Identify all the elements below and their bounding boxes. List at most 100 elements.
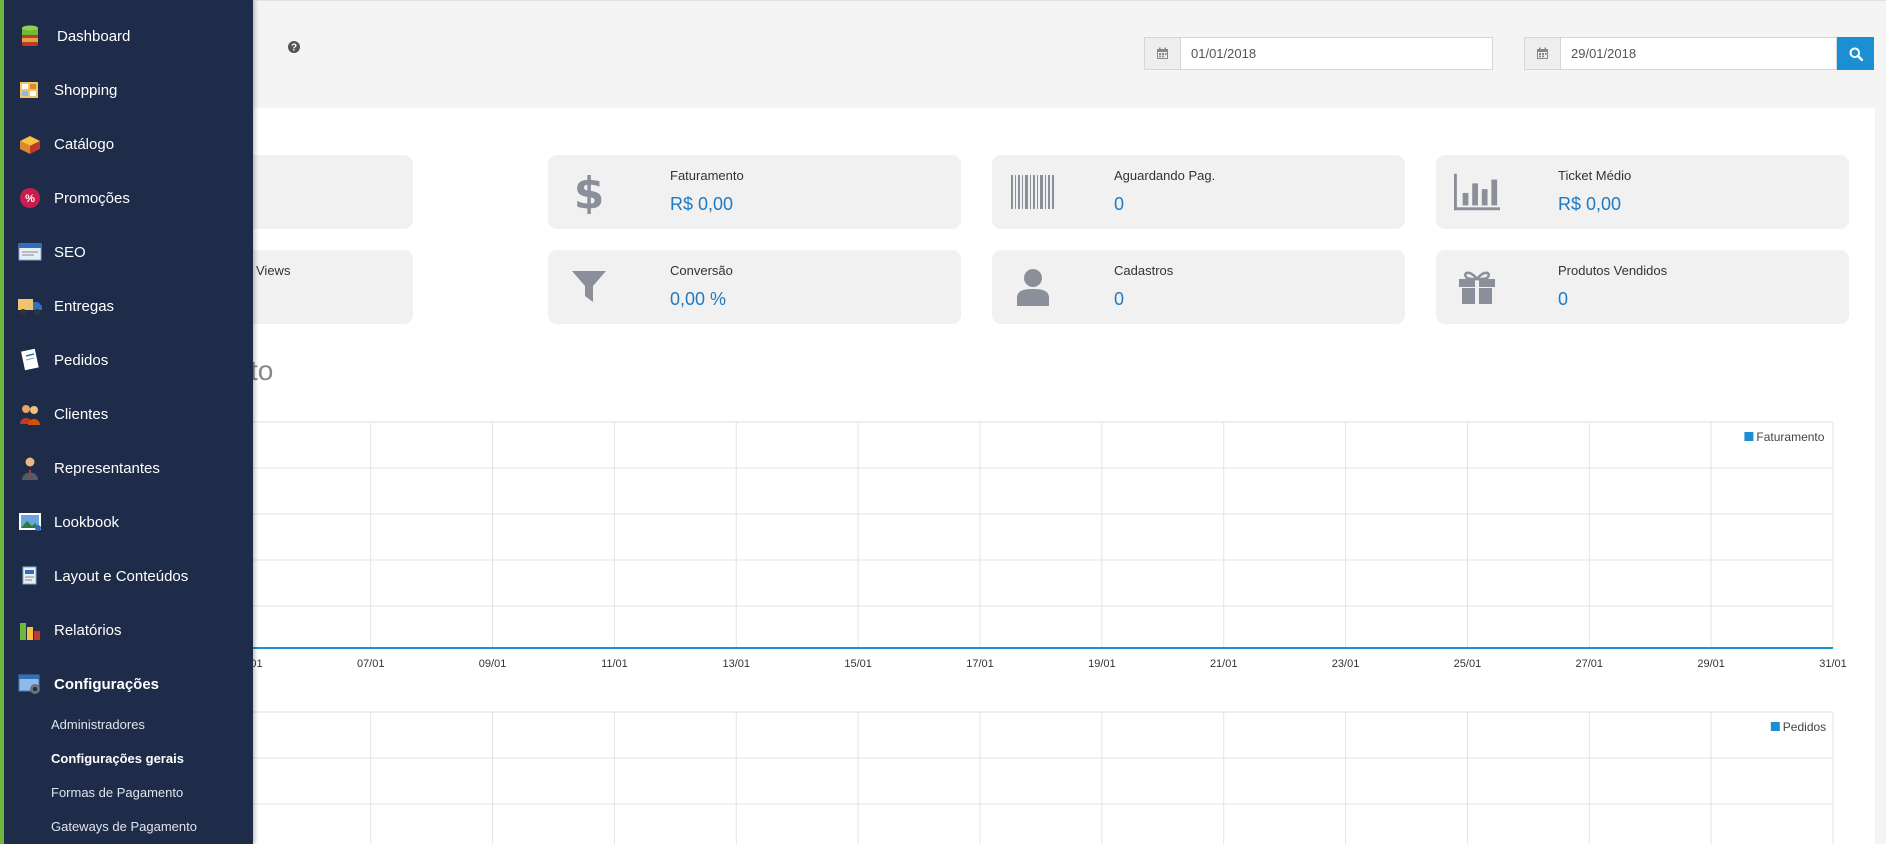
sidebar-item-catalogo[interactable]: Catálogo bbox=[4, 117, 253, 171]
x-tick-label: 25/01 bbox=[1454, 658, 1482, 670]
x-tick-label: 17/01 bbox=[966, 658, 994, 670]
sidebar-item-representantes[interactable]: Representantes bbox=[4, 441, 253, 495]
sidebar-item-lookbook[interactable]: Lookbook bbox=[4, 495, 253, 549]
submenu-item-administradores[interactable]: Administradores bbox=[51, 717, 145, 732]
x-tick-label: 07/01 bbox=[357, 658, 385, 670]
submenu-item-gateways-de-pagamento[interactable]: Gateways de Pagamento bbox=[51, 819, 197, 834]
x-tick-label: 13/01 bbox=[723, 658, 751, 670]
x-tick-label: 29/01 bbox=[1697, 658, 1725, 670]
legend-swatch bbox=[1744, 432, 1754, 441]
sidebar-item-label: Dashboard bbox=[57, 27, 131, 45]
gift-icon bbox=[1454, 264, 1500, 310]
submenu-item-formas-de-pagamento[interactable]: Formas de Pagamento bbox=[51, 785, 183, 800]
settings-icon bbox=[17, 671, 43, 697]
sidebar-item-label: Layout e Conteúdos bbox=[54, 567, 189, 585]
help-icon[interactable]: ? bbox=[288, 40, 300, 58]
sidebar-item-relatorios[interactable]: Relatórios bbox=[4, 603, 253, 657]
date-from-group bbox=[1144, 37, 1493, 70]
sidebar-item-promocoes[interactable]: % Promoções bbox=[4, 171, 253, 225]
clients-icon bbox=[17, 401, 43, 427]
sidebar-item-label: Promoções bbox=[54, 189, 130, 207]
svg-text:?: ? bbox=[291, 43, 297, 54]
bar-chart-icon bbox=[1454, 169, 1500, 215]
chart-grid bbox=[150, 421, 1834, 648]
date-to-input[interactable] bbox=[1560, 37, 1837, 70]
stat-value: 0 bbox=[1114, 289, 1125, 309]
sidebar-item-shopping[interactable]: Shopping bbox=[4, 63, 253, 117]
submenu-item-configuracoes-gerais[interactable]: Configurações gerais bbox=[51, 751, 184, 766]
stat-label: Aguardando Pag. bbox=[1114, 168, 1216, 183]
x-tick-label: 27/01 bbox=[1576, 658, 1604, 670]
delivery-truck-icon bbox=[17, 293, 43, 319]
stat-card-aguardando-pag: Aguardando Pag. 0 bbox=[992, 155, 1405, 229]
calendar-icon[interactable] bbox=[1144, 37, 1180, 70]
sidebar-item-label: Catálogo bbox=[54, 135, 115, 153]
x-tick-label: 11/01 bbox=[601, 658, 628, 670]
sidebar-item-label: Representantes bbox=[54, 459, 160, 477]
sidebar-item-entregas[interactable]: Entregas bbox=[4, 279, 253, 333]
stat-label: Views bbox=[256, 263, 291, 278]
sidebar-item-label: Clientes bbox=[54, 405, 109, 423]
faturamento-section-title: to bbox=[250, 355, 274, 386]
stat-value: 0 bbox=[1114, 194, 1125, 214]
x-tick-label: 09/01 bbox=[479, 658, 507, 670]
sidebar-item-label: Relatórios bbox=[54, 621, 122, 639]
x-tick-label: 31/01 bbox=[1819, 658, 1847, 670]
seo-icon bbox=[17, 239, 43, 265]
promotion-icon: % bbox=[17, 185, 43, 211]
search-button[interactable] bbox=[1837, 37, 1874, 70]
shopping-icon bbox=[17, 77, 43, 103]
main-content: as $ Faturamento R$ 0,00 Aguardando Pag.… bbox=[0, 108, 1875, 844]
svg-text:$: $ bbox=[574, 170, 604, 214]
x-tick-label: 21/01 bbox=[1210, 658, 1238, 670]
stat-card-produtos-vendidos: Produtos Vendidos 0 bbox=[1436, 250, 1849, 324]
legend-label: Pedidos bbox=[1783, 720, 1826, 734]
stat-card-cadastros: Cadastros 0 bbox=[992, 250, 1405, 324]
sidebar-item-layout-conteudos[interactable]: Layout e Conteúdos bbox=[4, 549, 253, 603]
stat-label: Produtos Vendidos bbox=[1558, 263, 1668, 278]
x-tick-label: 19/01 bbox=[1088, 658, 1116, 670]
chart-grid bbox=[150, 711, 1834, 844]
barcode-icon bbox=[1010, 169, 1056, 215]
chart-legend: Pedidos bbox=[1770, 720, 1826, 734]
sidebar-item-label: Lookbook bbox=[54, 513, 120, 531]
sidebar-item-clientes[interactable]: Clientes bbox=[4, 387, 253, 441]
svg-text:%: % bbox=[25, 193, 35, 205]
funnel-icon bbox=[566, 264, 612, 310]
dollar-icon: $ bbox=[566, 169, 612, 215]
stat-card-ticket-medio: Ticket Médio R$ 0,00 bbox=[1436, 155, 1849, 229]
legend-label: Faturamento bbox=[1756, 430, 1824, 444]
search-icon bbox=[1849, 47, 1863, 61]
page-header: rd ? bbox=[0, 0, 1886, 108]
stat-value: R$ 0,00 bbox=[670, 194, 734, 214]
dashboard-icon bbox=[17, 23, 43, 49]
sidebar-item-label: Pedidos bbox=[54, 351, 109, 369]
x-tick-label: 15/01 bbox=[844, 658, 872, 670]
stat-card-conversao: Conversão 0,00 % bbox=[548, 250, 961, 324]
stat-card-faturamento: $ Faturamento R$ 0,00 bbox=[548, 155, 961, 229]
sidebar-item-configuracoes[interactable]: Configurações bbox=[4, 657, 253, 711]
stat-label: Faturamento bbox=[670, 168, 744, 183]
lookbook-icon bbox=[17, 509, 43, 535]
reports-icon bbox=[17, 617, 43, 643]
pedidos-chart: Pedidos bbox=[150, 711, 1834, 844]
catalog-icon bbox=[17, 131, 43, 157]
sidebar-item-pedidos[interactable]: Pedidos bbox=[4, 333, 253, 387]
stat-label: Ticket Médio bbox=[1558, 168, 1632, 183]
user-icon bbox=[1010, 264, 1056, 310]
sidebar-item-dashboard[interactable]: Dashboard bbox=[4, 9, 253, 63]
layout-icon bbox=[17, 563, 43, 589]
calendar-icon[interactable] bbox=[1524, 37, 1560, 70]
sidebar-item-label: SEO bbox=[54, 243, 86, 261]
stat-label: Conversão bbox=[670, 263, 733, 278]
faturamento-chart: 05/0107/0109/0111/0113/0115/0117/0119/01… bbox=[150, 421, 1847, 670]
sidebar-item-label: Configurações bbox=[54, 675, 160, 693]
x-tick-label: 23/01 bbox=[1332, 658, 1360, 670]
orders-icon bbox=[17, 347, 43, 373]
date-from-input[interactable] bbox=[1180, 37, 1493, 70]
stat-value: R$ 0,00 bbox=[1558, 194, 1622, 214]
sidebar-item-label: Shopping bbox=[54, 81, 118, 99]
chart-legend: Faturamento bbox=[1744, 430, 1825, 444]
stat-value: 0,00 % bbox=[670, 289, 727, 309]
sidebar-item-seo[interactable]: SEO bbox=[4, 225, 253, 279]
